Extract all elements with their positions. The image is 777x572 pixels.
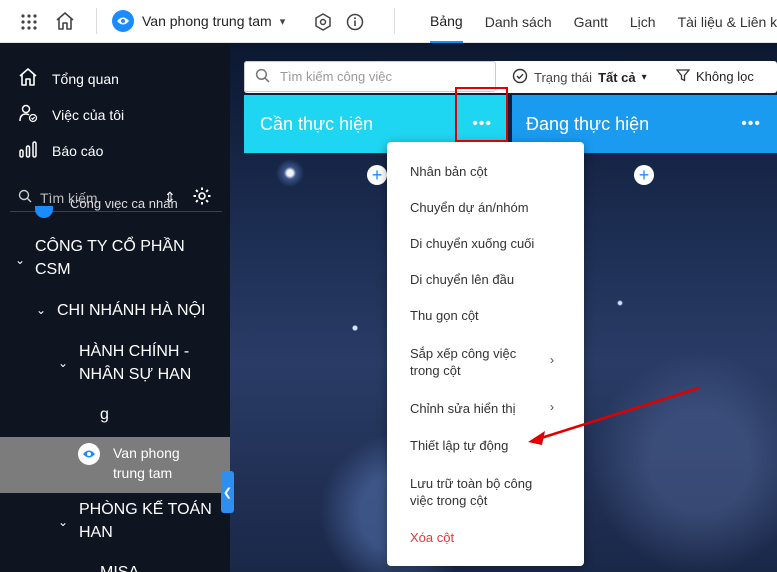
menu-item-di-chuyen-xuong-cuoi[interactable]: Di chuyển xuống cuối — [410, 235, 560, 252]
tree-line: HÀNH CHÍNH - — [79, 343, 190, 360]
sidebar-item-viec-cua-toi[interactable]: Việc của tôi — [18, 103, 124, 126]
tree-item-company[interactable]: CÔNG TY CỔ PHẦN CSM — [35, 235, 185, 281]
search-icon — [18, 189, 32, 206]
tree-line: CÔNG TY CỔ PHẦN — [35, 238, 185, 255]
chevron-down-icon: ▾ — [279, 15, 286, 28]
board-toolbar: Tìm kiếm công việc Trạng thái Tất cả ▾ K… — [244, 61, 777, 93]
workspace-selector[interactable]: Van phong trung tam ▾ — [112, 9, 285, 33]
tree-line: g — [100, 406, 109, 423]
home-icon[interactable] — [54, 10, 76, 32]
search-icon — [255, 68, 270, 86]
filter-icon — [675, 68, 691, 85]
info-icon[interactable] — [345, 12, 365, 32]
menu-item-nhan-ban-cot[interactable]: Nhân bản cột — [410, 163, 560, 180]
more-options-icon[interactable]: ••• — [741, 115, 761, 133]
tree-line: NHÂN SỰ HAN — [79, 366, 192, 383]
menu-item-chinh-sua-hien-thi[interactable]: Chỉnh sửa hiển thị — [410, 400, 560, 417]
tree-item-dept-ke-toan[interactable]: PHÒNG KẾ TOÁN HAN — [79, 498, 212, 544]
sidebar-item-label: Tổng quan — [52, 70, 119, 87]
top-bar: Van phong trung tam ▾ Bảng Danh sách Gan… — [0, 0, 777, 43]
tab-tai-lieu[interactable]: Tài liệu & Liên kết — [678, 0, 777, 43]
menu-item-chuyen-du-an[interactable]: Chuyển dự án/nhóm — [410, 199, 560, 216]
personal-icon — [35, 206, 53, 218]
tree-item-dept-hanh-chinh[interactable]: HÀNH CHÍNH - NHÂN SỰ HAN — [79, 340, 191, 386]
task-search-placeholder: Tìm kiếm công việc — [280, 69, 392, 84]
tree-item-personal[interactable]: Công việc cá nhân — [70, 200, 178, 212]
chevron-down-icon[interactable]: ⌄ — [36, 303, 46, 317]
tab-danh-sach[interactable]: Danh sách — [485, 0, 552, 43]
tree-line: Van phong — [113, 445, 180, 461]
sidebar: Tổng quan Việc của tôi Báo cáo Tìm kiếm … — [0, 43, 230, 572]
tree-line: trung tam — [113, 465, 173, 481]
gear-icon[interactable] — [192, 186, 212, 209]
chevron-down-icon[interactable]: ⌄ — [58, 356, 68, 370]
sidebar-item-tong-quan[interactable]: Tổng quan — [18, 67, 119, 90]
menu-item-thu-gon-cot[interactable]: Thu gọn cột — [410, 307, 560, 324]
settings-hex-icon[interactable] — [313, 12, 333, 32]
filter-label: Không lọc — [696, 69, 754, 84]
eye-icon — [78, 443, 100, 465]
tree-line: HAN — [79, 524, 113, 541]
chevron-down-icon[interactable]: ⌄ — [58, 515, 68, 529]
bar-chart-icon — [18, 139, 38, 162]
eye-icon — [112, 10, 134, 32]
menu-item-luu-tru[interactable]: Lưu trữ toàn bộ công việc trong cột — [410, 475, 550, 509]
status-filter-label: Trạng thái — [534, 70, 593, 85]
status-filter-value: Tất cả — [598, 70, 636, 85]
chevron-down-icon[interactable]: ⌄ — [79, 565, 89, 572]
tree-line: CSM — [35, 261, 71, 278]
menu-item-thiet-lap-tu-dong[interactable]: Thiết lập tự động — [410, 437, 560, 454]
add-task-button[interactable]: + — [367, 165, 387, 185]
chevron-right-icon: › — [550, 353, 554, 367]
status-filter[interactable]: Trạng thái Tất cả ▾ — [512, 68, 647, 87]
divider — [394, 8, 395, 34]
check-circle-icon — [512, 68, 528, 87]
chevron-left-icon: ❮ — [222, 486, 233, 499]
sidebar-item-label: Báo cáo — [52, 142, 104, 159]
tree-item-misa[interactable]: MISA — [100, 561, 139, 572]
user-check-icon — [18, 103, 38, 126]
tab-lich[interactable]: Lịch — [630, 0, 656, 43]
workspace-name: Van phong trung tam — [142, 13, 272, 29]
tree-item-van-phong[interactable]: Van phong trung tam — [113, 443, 180, 483]
tree-line: PHÒNG KẾ TOÁN — [79, 501, 212, 518]
sidebar-item-bao-cao[interactable]: Báo cáo — [18, 139, 103, 162]
home-icon — [18, 67, 38, 90]
tab-gantt[interactable]: Gantt — [574, 0, 608, 43]
menu-item-sap-xep[interactable]: Sắp xếp công việc trong cột — [410, 345, 535, 379]
divider — [96, 8, 97, 34]
chevron-down-icon: ▾ — [641, 72, 647, 83]
menu-item-di-chuyen-len-dau[interactable]: Di chuyển lên đầu — [410, 271, 560, 288]
tab-bang[interactable]: Bảng — [430, 0, 463, 43]
add-task-button[interactable]: + — [634, 165, 654, 185]
menu-item-xoa-cot[interactable]: Xóa cột — [410, 529, 560, 546]
apps-grid-icon[interactable] — [19, 12, 39, 32]
column-context-menu: Nhân bản cột Chuyển dự án/nhóm Di chuyển… — [387, 142, 584, 566]
annotation-highlight-box — [455, 87, 508, 142]
sidebar-collapse-button[interactable]: ❮ — [221, 471, 234, 513]
chevron-right-icon: › — [550, 400, 554, 414]
column-title: Đang thực hiện — [526, 113, 650, 134]
tree-item-branch[interactable]: CHI NHÁNH HÀ NỘI — [57, 299, 205, 322]
view-tabs: Bảng Danh sách Gantt Lịch Tài liệu & Liê… — [430, 0, 777, 43]
filter-button[interactable]: Không lọc — [675, 68, 754, 85]
column-title: Cần thực hiện — [260, 113, 374, 134]
chevron-down-icon[interactable]: ⌄ — [15, 253, 25, 267]
sidebar-item-label: Việc của tôi — [52, 106, 125, 123]
